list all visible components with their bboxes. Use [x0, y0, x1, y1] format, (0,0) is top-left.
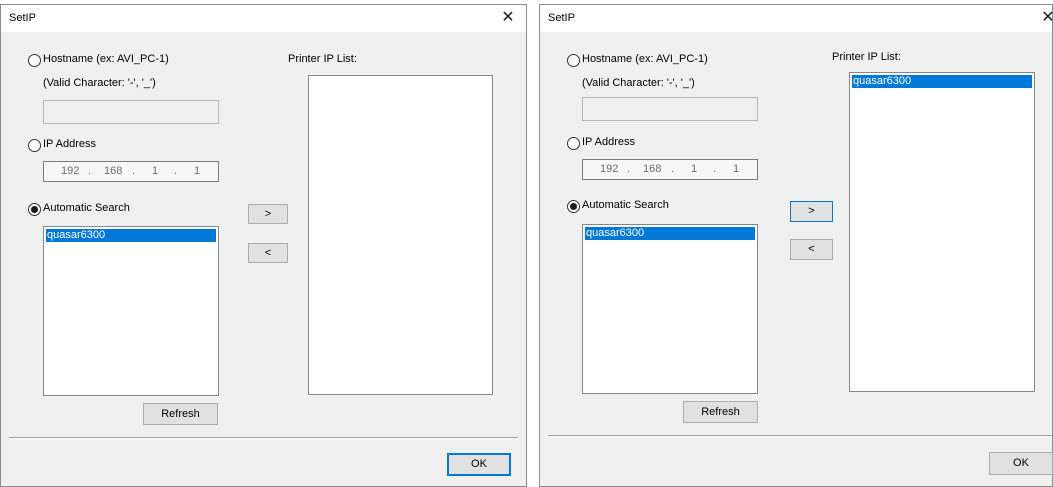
- ok-button[interactable]: OK: [447, 453, 511, 476]
- automatic-search-label: Automatic Search: [582, 199, 669, 211]
- hostname-label: Hostname (ex: AVI_PC-1): [582, 53, 708, 65]
- divider: [9, 437, 518, 439]
- valid-character-hint: (Valid Character: '-', '_'): [582, 77, 695, 89]
- search-results-list[interactable]: quasar6300: [582, 224, 758, 394]
- ok-button[interactable]: OK: [989, 452, 1053, 475]
- list-item[interactable]: quasar6300: [585, 227, 755, 240]
- ip-octet-3[interactable]: 1: [152, 162, 158, 181]
- search-results-list[interactable]: quasar6300: [43, 226, 219, 396]
- remove-from-list-button[interactable]: <: [790, 239, 833, 260]
- ip-dot: .: [88, 165, 92, 177]
- printer-ip-list-label: Printer IP List:: [832, 51, 901, 63]
- add-to-list-button[interactable]: >: [248, 204, 288, 224]
- dialog-title: SetIP: [548, 12, 575, 24]
- hostname-radio[interactable]: [567, 54, 580, 67]
- printer-ip-list[interactable]: quasar6300: [849, 72, 1035, 392]
- add-to-list-button[interactable]: >: [790, 201, 833, 222]
- list-item[interactable]: quasar6300: [852, 75, 1032, 88]
- ip-address-radio[interactable]: [567, 137, 580, 150]
- printer-ip-list-label: Printer IP List:: [288, 53, 357, 65]
- hostname-label: Hostname (ex: AVI_PC-1): [43, 53, 169, 65]
- automatic-search-label: Automatic Search: [43, 202, 130, 214]
- close-icon[interactable]: ✕: [1038, 8, 1053, 28]
- ip-octet-4[interactable]: 1: [194, 162, 200, 181]
- title-bar: SetIP ✕: [540, 5, 1053, 32]
- ip-octet-2[interactable]: 168: [104, 162, 122, 181]
- divider: [548, 435, 1052, 437]
- ip-dot: .: [174, 165, 178, 177]
- ip-octet-2[interactable]: 168: [643, 160, 661, 179]
- printer-ip-list[interactable]: [308, 75, 493, 395]
- ip-dot: .: [713, 163, 717, 175]
- title-bar: SetIP ✕: [1, 5, 526, 32]
- automatic-search-radio[interactable]: [567, 200, 580, 213]
- ip-dot: .: [132, 165, 136, 177]
- automatic-search-radio[interactable]: [28, 203, 41, 216]
- ip-address-label: IP Address: [582, 136, 635, 148]
- refresh-button[interactable]: Refresh: [143, 403, 218, 425]
- ip-octet-1[interactable]: 192: [600, 160, 618, 179]
- list-item[interactable]: quasar6300: [46, 229, 216, 242]
- ip-address-field[interactable]: 192 . 168 . 1 . 1: [43, 161, 219, 182]
- ip-octet-1[interactable]: 192: [61, 162, 79, 181]
- ip-address-radio[interactable]: [28, 139, 41, 152]
- remove-from-list-button[interactable]: <: [248, 243, 288, 263]
- hostname-input[interactable]: [582, 97, 758, 121]
- valid-character-hint: (Valid Character: '-', '_'): [43, 77, 156, 89]
- hostname-radio[interactable]: [28, 54, 41, 67]
- close-icon[interactable]: ✕: [498, 8, 518, 28]
- ip-address-label: IP Address: [43, 138, 96, 150]
- ip-octet-3[interactable]: 1: [691, 160, 697, 179]
- refresh-button[interactable]: Refresh: [683, 401, 758, 423]
- hostname-input[interactable]: [43, 100, 219, 124]
- ip-address-field[interactable]: 192 . 168 . 1 . 1: [582, 159, 758, 180]
- ip-dot: .: [627, 163, 631, 175]
- ip-dot: .: [671, 163, 675, 175]
- dialog-title: SetIP: [9, 12, 36, 24]
- ip-octet-4[interactable]: 1: [733, 160, 739, 179]
- setip-dialog: SetIP ✕ Hostname (ex: AVI_PC-1) (Valid C…: [0, 4, 527, 487]
- setip-dialog: SetIP ✕ Hostname (ex: AVI_PC-1) (Valid C…: [539, 4, 1053, 487]
